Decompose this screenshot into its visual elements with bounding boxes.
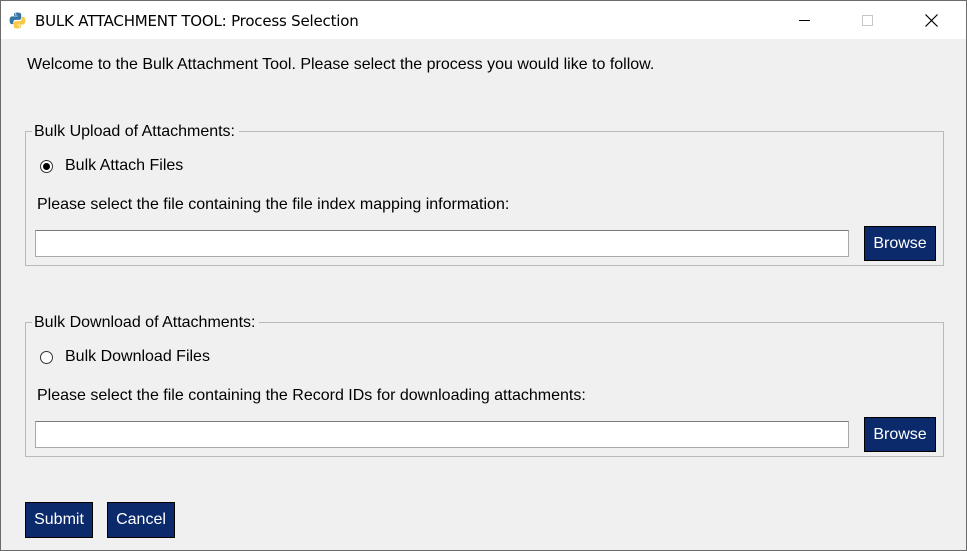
upload-browse-button[interactable]: Browse (864, 226, 936, 261)
upload-group-legend: Bulk Upload of Attachments: (32, 123, 239, 141)
download-file-input[interactable] (35, 421, 849, 448)
download-file-prompt: Please select the file containing the Re… (37, 387, 586, 404)
bulk-attach-radio-option[interactable]: Bulk Attach Files (40, 157, 183, 175)
bulk-download-radio-label[interactable]: Bulk Download Files (65, 348, 210, 366)
bulk-download-radio[interactable] (40, 350, 53, 364)
minimize-button[interactable] (781, 1, 827, 39)
upload-file-input[interactable] (35, 230, 849, 257)
bulk-download-radio-option[interactable]: Bulk Download Files (40, 348, 210, 366)
download-group-legend: Bulk Download of Attachments: (32, 314, 260, 332)
close-button[interactable] (908, 1, 954, 39)
bulk-attach-radio-label[interactable]: Bulk Attach Files (65, 157, 183, 175)
maximize-icon (861, 14, 873, 26)
download-browse-button[interactable]: Browse (864, 417, 936, 452)
download-group: Bulk Download of Attachments: Bulk Downl… (25, 314, 944, 457)
upload-group: Bulk Upload of Attachments: Bulk Attach … (25, 123, 944, 266)
cancel-button[interactable]: Cancel (107, 502, 175, 538)
upload-file-prompt: Please select the file containing the fi… (37, 196, 510, 213)
welcome-text: Welcome to the Bulk Attachment Tool. Ple… (27, 56, 655, 73)
title-bar: BULK ATTACHMENT TOOL: Process Selection (1, 1, 966, 39)
minimize-icon (798, 19, 810, 21)
python-icon (9, 12, 26, 29)
window-title: BULK ATTACHMENT TOOL: Process Selection (35, 12, 359, 30)
maximize-button[interactable] (844, 1, 890, 39)
radio-selected-dot (43, 162, 50, 170)
close-icon (924, 13, 938, 27)
submit-button[interactable]: Submit (25, 502, 93, 538)
bulk-attach-radio[interactable] (40, 159, 53, 173)
dialog-window: BULK ATTACHMENT TOOL: Process Selection … (0, 0, 967, 551)
